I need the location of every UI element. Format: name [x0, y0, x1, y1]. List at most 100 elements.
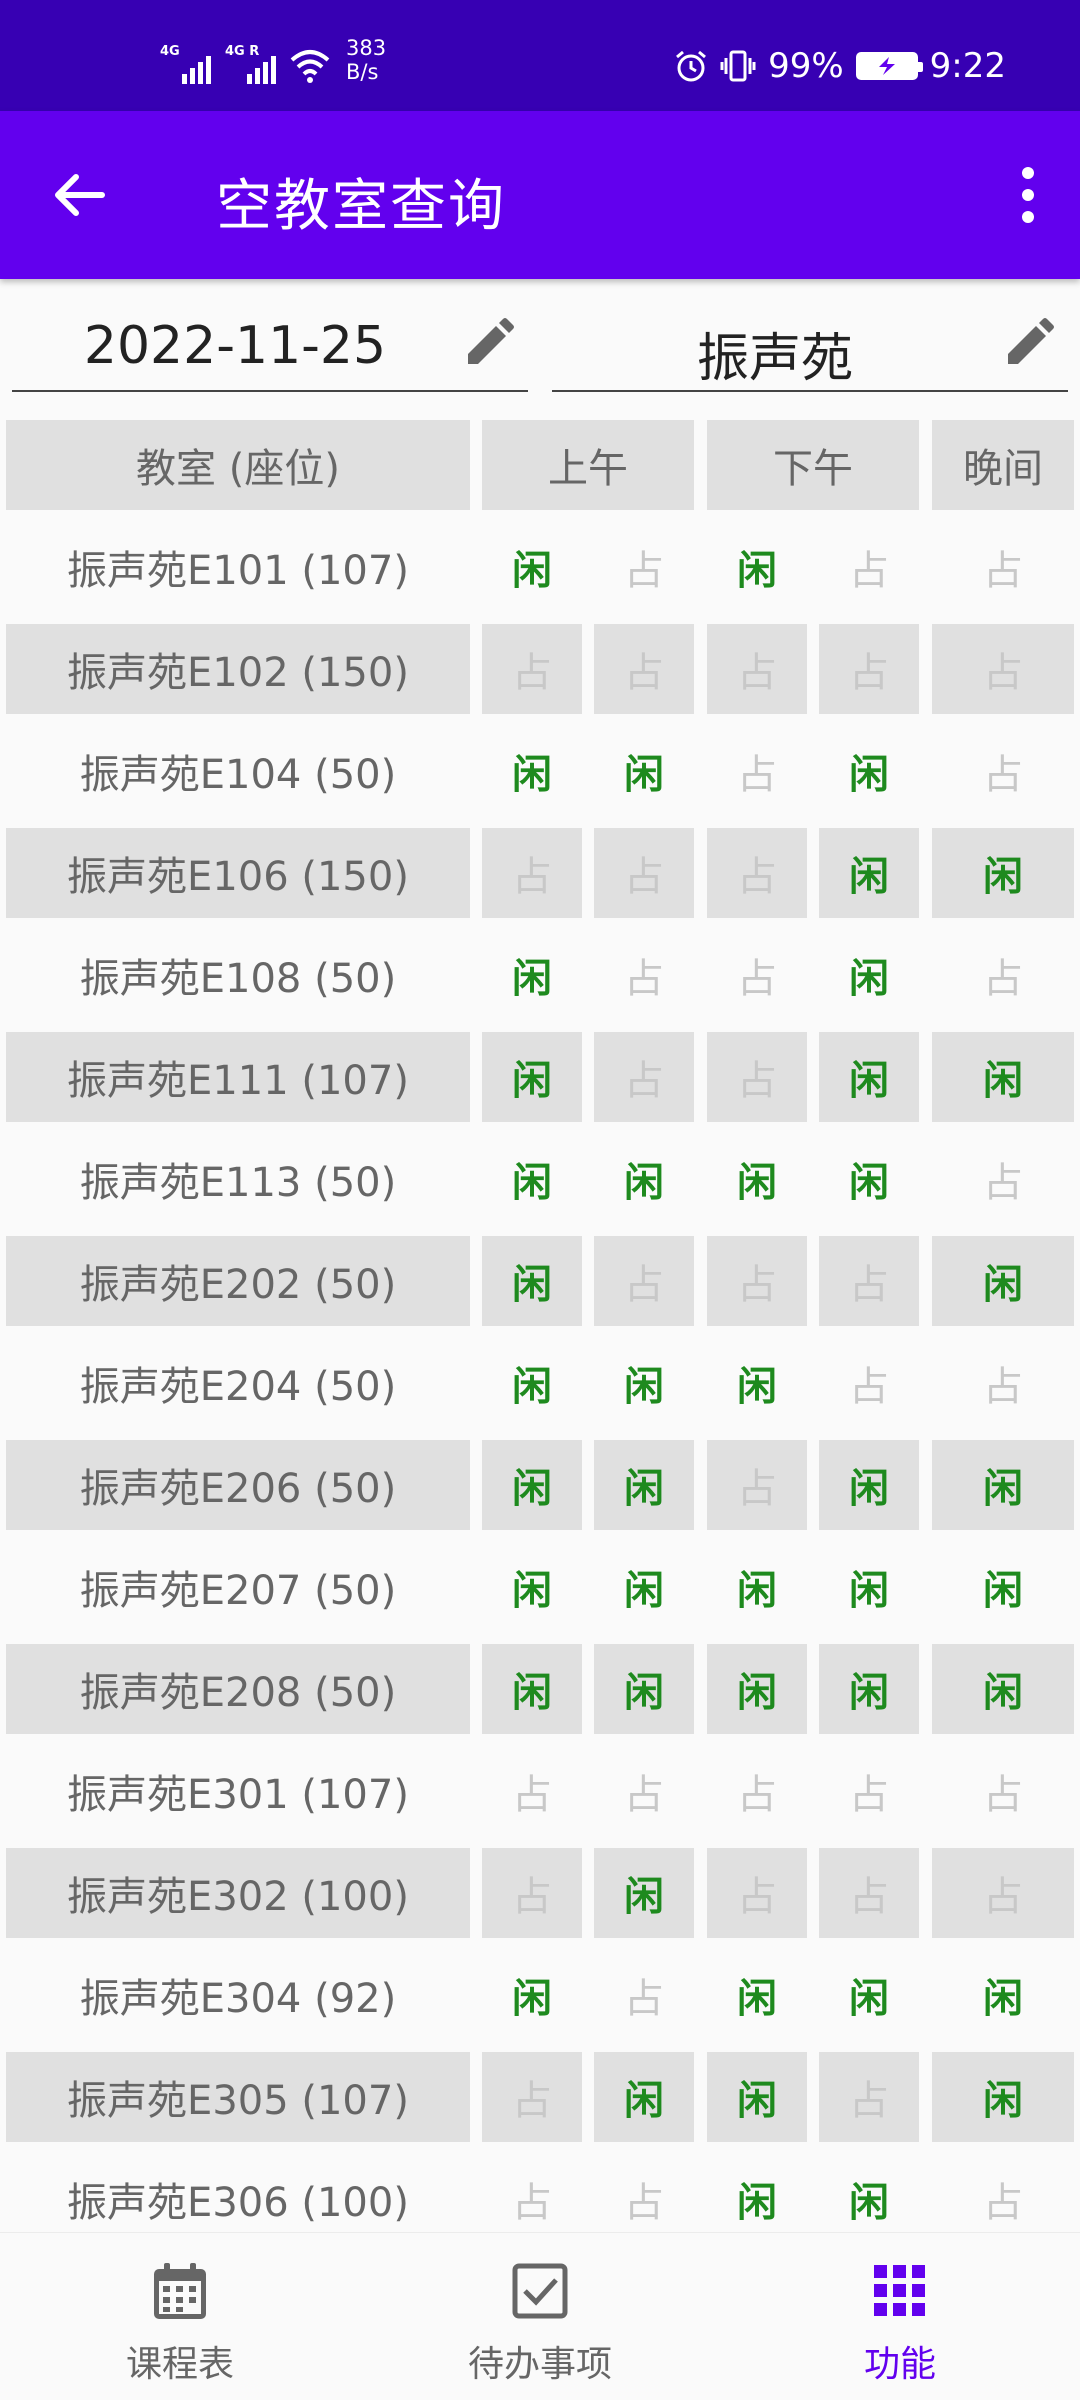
table-row[interactable]: 振声苑E113 (50) 闲 闲 闲 闲 占: [0, 1134, 1080, 1236]
status-free: 闲: [594, 1848, 694, 1938]
arrow-back-icon: [55, 174, 105, 216]
table-row[interactable]: 振声苑E204 (50) 闲 闲 闲 占 占: [0, 1338, 1080, 1440]
table-row[interactable]: 振声苑E301 (107) 占 占 占 占 占: [0, 1746, 1080, 1848]
building-field[interactable]: 振声苑: [552, 300, 1068, 392]
status-busy: 占: [737, 1772, 777, 1818]
network-type-2: 4G R: [225, 44, 260, 59]
table-row[interactable]: 振声苑E106 (150) 占占占闲闲: [0, 828, 1080, 930]
net-speed: 383 B/s: [346, 36, 387, 84]
status-free: 闲: [482, 1644, 582, 1734]
bottom-navigation: 课程表 待办事项 功能: [0, 2232, 1080, 2400]
status-busy: 占: [594, 1236, 694, 1326]
status-free: 闲: [819, 828, 919, 918]
status-free: 闲: [482, 1236, 582, 1326]
table-row[interactable]: 振声苑E202 (50) 闲占占占闲: [0, 1236, 1080, 1338]
status-busy: 占: [707, 624, 807, 714]
status-free: 闲: [932, 2052, 1074, 2142]
status-free: 闲: [624, 1568, 664, 1614]
table-row[interactable]: 振声苑E111 (107) 闲占占闲闲: [0, 1032, 1080, 1134]
room-name: 振声苑E106 (150): [6, 828, 470, 918]
room-name: 振声苑E301 (107): [67, 1772, 409, 1818]
status-busy: 占: [983, 1160, 1023, 1206]
status-free: 闲: [849, 1976, 889, 2022]
table-row[interactable]: 振声苑E305 (107) 占闲闲占闲: [0, 2052, 1080, 2154]
room-name: 振声苑E202 (50): [6, 1236, 470, 1326]
status-free: 闲: [512, 752, 552, 798]
status-busy: 占: [849, 1364, 889, 1410]
table-row[interactable]: 振声苑E102 (150) 占占占占占: [0, 624, 1080, 726]
table-row[interactable]: 振声苑E304 (92) 闲 占 闲 闲 闲: [0, 1950, 1080, 2052]
status-free: 闲: [707, 2052, 807, 2142]
status-busy: 占: [482, 624, 582, 714]
status-busy: 占: [819, 624, 919, 714]
status-busy: 占: [983, 2180, 1023, 2226]
more-options-button[interactable]: [996, 155, 1060, 235]
status-busy: 占: [983, 752, 1023, 798]
table-row[interactable]: 振声苑E208 (50) 闲闲闲闲闲: [0, 1644, 1080, 1746]
status-free: 闲: [932, 1644, 1074, 1734]
room-name: 振声苑E206 (50): [6, 1440, 470, 1530]
table-row[interactable]: 振声苑E104 (50) 闲 闲 占 闲 占: [0, 726, 1080, 828]
status-busy: 占: [707, 1440, 807, 1530]
status-busy: 占: [932, 624, 1074, 714]
status-busy: 占: [983, 1772, 1023, 1818]
status-free: 闲: [737, 548, 777, 594]
table-row[interactable]: 振声苑E108 (50) 闲 占 占 闲 占: [0, 930, 1080, 1032]
signal-icon-sim2: 4G R: [225, 44, 276, 84]
status-busy: 占: [983, 956, 1023, 1002]
status-busy: 占: [482, 828, 582, 918]
table-row[interactable]: 振声苑E206 (50) 闲闲占闲闲: [0, 1440, 1080, 1542]
room-name: 振声苑E204 (50): [79, 1364, 397, 1410]
clock-time: 9:22: [929, 46, 1006, 86]
status-free: 闲: [849, 1160, 889, 1206]
status-free: 闲: [594, 1440, 694, 1530]
table-row[interactable]: 振声苑E101 (107) 闲 占 闲 占 占: [0, 522, 1080, 624]
nav-item-schedule[interactable]: 课程表: [0, 2233, 360, 2400]
status-busy: 占: [819, 1236, 919, 1326]
table-row[interactable]: 振声苑E207 (50) 闲 闲 闲 闲 闲: [0, 1542, 1080, 1644]
status-free: 闲: [737, 1568, 777, 1614]
edit-date-icon[interactable]: [458, 314, 518, 374]
status-busy: 占: [737, 752, 777, 798]
status-free: 闲: [594, 2052, 694, 2142]
status-free: 闲: [737, 1364, 777, 1410]
status-free: 闲: [932, 1032, 1074, 1122]
table-header: 教室 (座位) 上午 下午 晚间: [0, 420, 1080, 522]
status-free: 闲: [737, 2180, 777, 2226]
edit-building-icon[interactable]: [998, 314, 1058, 374]
nav-item-todo[interactable]: 待办事项: [360, 2233, 720, 2400]
room-name: 振声苑E305 (107): [6, 2052, 470, 2142]
status-free: 闲: [932, 1440, 1074, 1530]
status-free: 闲: [512, 1160, 552, 1206]
status-busy: 占: [707, 1236, 807, 1326]
status-free: 闲: [512, 1364, 552, 1410]
room-name: 振声苑E208 (50): [6, 1644, 470, 1734]
status-busy: 占: [707, 828, 807, 918]
status-free: 闲: [594, 1644, 694, 1734]
status-busy: 占: [482, 1848, 582, 1938]
nav-item-functions[interactable]: 功能: [720, 2233, 1080, 2400]
status-busy: 占: [983, 548, 1023, 594]
header-afternoon: 下午: [707, 420, 919, 510]
room-name: 振声苑E101 (107): [67, 548, 409, 594]
nav-label-functions: 功能: [863, 2344, 936, 2385]
status-free: 闲: [932, 1236, 1074, 1326]
status-busy: 占: [849, 1772, 889, 1818]
status-free: 闲: [512, 1976, 552, 2022]
status-busy: 占: [624, 956, 664, 1002]
status-bar: 4G 4G R 383 B/s 99% 9:22: [0, 0, 1080, 111]
vibrate-icon: [720, 50, 756, 82]
status-free: 闲: [849, 1568, 889, 1614]
grid-apps-icon: [874, 2265, 925, 2316]
room-name: 振声苑E207 (50): [79, 1568, 397, 1614]
status-busy: 占: [594, 624, 694, 714]
status-free: 闲: [482, 1440, 582, 1530]
status-busy: 占: [512, 1772, 552, 1818]
status-free: 闲: [983, 1568, 1023, 1614]
room-name: 振声苑E108 (50): [79, 956, 397, 1002]
status-busy: 占: [932, 1848, 1074, 1938]
date-field[interactable]: 2022-11-25: [12, 300, 528, 392]
back-button[interactable]: [48, 163, 112, 227]
table-row[interactable]: 振声苑E302 (100) 占闲占占占: [0, 1848, 1080, 1950]
header-room: 教室 (座位): [6, 420, 470, 510]
